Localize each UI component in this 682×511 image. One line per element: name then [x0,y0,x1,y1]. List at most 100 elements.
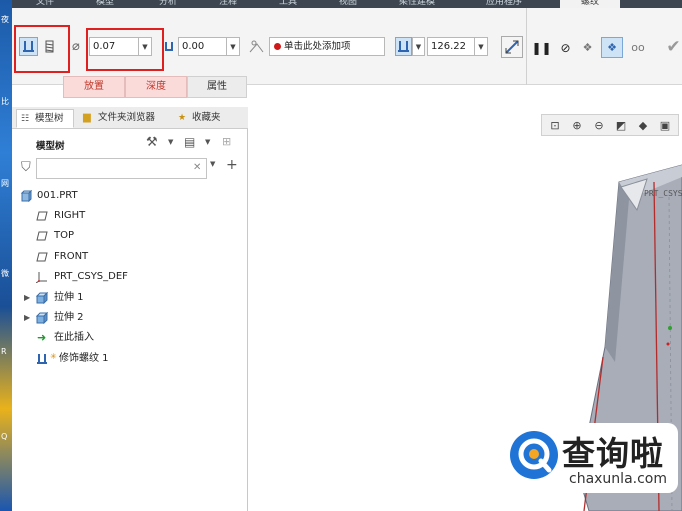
tab-favorites[interactable]: ★ 收藏夹 [174,109,244,128]
length-type-dropdown[interactable]: ▼ [412,37,425,56]
desktop-glyph: R [1,347,7,356]
display-style-icon[interactable]: ◆ [632,116,654,134]
desktop-glyph: Q [1,432,8,441]
filter-icon[interactable]: ⛉ [21,160,31,175]
thread-dashboard: ⌀ 0.07 ▼ 0.00 ▼ 单击此处添加项 ▼ 126.22 ▼ ❚❚ ⊘ … [12,8,682,85]
verify-preview-button[interactable]: ❖ [601,37,623,58]
tree-item-label: 001.PRT [37,190,78,201]
tab-flexible-modeling[interactable]: 柔性建模 [395,0,439,8]
watermark: 查询啦 chaxunla.com [502,423,678,493]
zoom-in-icon[interactable]: ⊕ [566,116,588,134]
toolbar-divider [526,8,527,85]
csys-icon [36,272,47,283]
zoom-out-icon[interactable]: ⊖ [588,116,610,134]
reference-collector[interactable]: 单击此处添加项 [269,37,385,56]
tree-item-front[interactable]: FRONT [12,248,242,266]
glasses-preview-button[interactable]: oo [626,38,650,57]
datum-plane-icon [36,211,48,221]
tab-file[interactable]: 文件 [32,0,58,8]
favorites-icon: ★ [178,113,187,123]
tab-view[interactable]: 视图 [335,0,361,8]
tree-item-cosmetic-thread[interactable]: ✳ 修饰螺纹 1 [12,350,242,368]
tree-item-csys[interactable]: PRT_CSYS_DEF [12,268,242,286]
tree-item-insert-here[interactable]: ➜ 在此插入 [12,329,242,347]
tab-thread[interactable]: 螺纹 [560,0,620,8]
show-columns-icon[interactable]: ▤ [184,135,195,149]
pause-button[interactable]: ❚❚ [531,38,551,57]
depth-field[interactable]: 0.00 [178,37,227,56]
tree-item-part[interactable]: 001.PRT [12,187,242,205]
insert-arrow-icon: ➜ [37,331,47,344]
flip-direction-icon [505,40,519,54]
refit-icon[interactable]: ⊡ [544,116,566,134]
expand-arrow-icon[interactable]: ▶ [24,289,30,307]
tab-annotate[interactable]: 注释 [215,0,241,8]
no-preview-icon: ⊘ [560,40,571,55]
model-tree-icon: ☷ [21,114,30,124]
extrude-icon [36,312,48,324]
tab-folder-browser[interactable]: ▆ 文件夹浏览器 [80,109,170,128]
tree-search-input[interactable] [36,158,207,179]
attached-preview-button[interactable]: ❖ [578,38,597,57]
columns-dropdown-icon[interactable]: ▼ [205,138,210,146]
preview-icon: ❖ [582,41,593,54]
tab-analysis[interactable]: 分析 [155,0,181,8]
tree-item-label: 在此插入 [54,332,94,343]
tab-model-tree-label: 模型树 [35,113,64,124]
add-filter-icon[interactable]: + [226,157,238,173]
desktop-strip: 夜 比 网 微 R Q [0,0,12,511]
flip-direction-button[interactable] [501,36,523,58]
datum-plane-icon [36,231,48,241]
tree-item-right[interactable]: RIGHT [12,207,242,225]
csys-origin-mark [666,342,670,346]
repaint-icon[interactable]: ◩ [610,116,632,134]
glasses-icon: oo [631,41,645,54]
highlight-box-diameter [86,28,164,71]
required-dot-icon [274,43,281,50]
tree-item-label: RIGHT [54,210,86,221]
verify-preview-icon: ❖ [607,41,617,54]
navigator-panel: ☷ 模型树 ▆ 文件夹浏览器 ★ 收藏夹 模型树 ⚒ ▼ ▤ ▼ ⊞ ⛉ ✕ ▼… [12,107,248,511]
length-type-icon [398,41,409,52]
length-dropdown[interactable]: ▼ [475,37,488,56]
tree-item-extrude-2[interactable]: ▶ 拉伸 2 [12,309,242,327]
length-field[interactable]: 126.22 [427,37,475,56]
ok-button[interactable]: ✔ [664,36,682,57]
tab-properties[interactable]: 属性 [187,76,247,98]
tree-item-label: TOP [54,230,75,241]
tab-applications[interactable]: 应用程序 [482,0,526,8]
new-feature-star-icon: ✳ [50,352,57,361]
cosmetic-thread-icon [37,354,47,364]
tab-placement[interactable]: 放置 [63,76,125,98]
tree-item-top[interactable]: TOP [12,227,242,245]
tab-tools[interactable]: 工具 [275,0,301,8]
extrude-icon [36,292,48,304]
tab-model[interactable]: 模型 [92,0,118,8]
search-dropdown-icon[interactable]: ▼ [210,160,215,168]
settings-icon[interactable]: ⚒ [146,135,158,150]
tree-item-label: PRT_CSYS_DEF [54,271,128,282]
tab-depth[interactable]: 深度 [125,76,187,98]
model-tree-title: 模型树 [36,141,65,152]
tree-item-extrude-1[interactable]: ▶ 拉伸 1 [12,289,242,307]
desktop-glyph: 微 [1,269,9,278]
tree-filter-icon[interactable]: ⊞ [222,135,231,148]
tab-model-tree[interactable]: ☷ 模型树 [16,109,74,128]
tree-item-label: 拉伸 2 [54,312,84,323]
checkmark-icon: ✔ [666,36,681,57]
clear-search-icon[interactable]: ✕ [193,162,201,173]
watermark-text-cn: 查询啦 [562,434,664,473]
watermark-logo-icon [510,431,558,479]
navigator-tabs: ☷ 模型树 ▆ 文件夹浏览器 ★ 收藏夹 [12,107,248,129]
saved-views-icon[interactable]: ▣ [654,116,676,134]
depth-dropdown[interactable]: ▼ [227,37,240,56]
expand-arrow-icon[interactable]: ▶ [24,309,30,327]
watermark-text-en: chaxunla.com [569,471,667,487]
settings-dropdown-icon[interactable]: ▼ [168,138,173,146]
reference-icon [249,40,264,53]
length-type-button[interactable] [395,37,412,56]
desktop-glyph: 夜 [1,15,9,24]
no-preview-button[interactable]: ⊘ [556,38,575,57]
graphics-toolbar: ⊡ ⊕ ⊖ ◩ ◆ ▣ [541,114,679,136]
tab-favorites-label: 收藏夹 [192,112,221,123]
